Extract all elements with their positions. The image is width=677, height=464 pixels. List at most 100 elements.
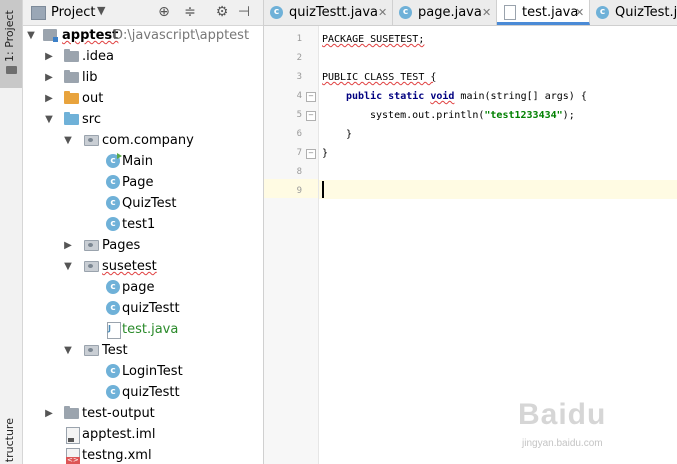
- project-panel-header: Project ▼ ⊕ ≑ ⚙ ⊣: [23, 0, 263, 26]
- class-icon: c: [106, 196, 120, 210]
- line-number: 9: [296, 186, 302, 196]
- project-tool-tab[interactable]: 1: Project: [0, 0, 22, 88]
- tab-quiztest-java[interactable]: c QuizTest.ja: [590, 0, 677, 25]
- folder-icon: [64, 70, 79, 83]
- folder-icon: [6, 66, 17, 74]
- line-number: 5: [296, 110, 302, 120]
- package-icon: [84, 240, 99, 251]
- code-line-1[interactable]: PACKAGE SUSETEST;: [322, 30, 424, 49]
- tree-label: LoginTest: [122, 364, 183, 379]
- tree-label: quizTestt: [122, 301, 180, 316]
- chevron-down-icon[interactable]: ▼: [62, 340, 74, 361]
- java-file-icon: [504, 5, 516, 20]
- code-text: );: [562, 110, 575, 121]
- chevron-right-icon[interactable]: ▶: [62, 235, 74, 256]
- tree-label: apptest.iml: [82, 427, 156, 442]
- class-icon: c: [106, 217, 120, 231]
- package-icon: [84, 135, 99, 146]
- hide-panel-icon[interactable]: ⊣: [235, 3, 253, 21]
- code-line-7[interactable]: }: [322, 144, 328, 163]
- current-line-highlight: [319, 180, 677, 199]
- chevron-right-icon[interactable]: ▶: [43, 88, 55, 109]
- project-view-selector[interactable]: Project: [51, 5, 95, 20]
- tree-label: Page: [122, 175, 154, 190]
- fold-marker-icon[interactable]: −: [306, 92, 316, 102]
- watermark-logo: Baidu: [518, 398, 607, 431]
- tab-label: quizTestt.java: [289, 5, 378, 20]
- project-panel: Project ▼ ⊕ ≑ ⚙ ⊣ ▼ apptest D:\javascrip…: [23, 0, 264, 464]
- line-number: 2: [296, 53, 302, 63]
- chevron-down-icon[interactable]: ▼: [97, 4, 105, 17]
- baidu-watermark: Baidu jingyan.baidu.com: [514, 398, 674, 460]
- keyword: public: [346, 91, 383, 102]
- class-icon: c: [106, 175, 120, 189]
- package-icon: [84, 261, 99, 272]
- tab-label: test.java: [522, 5, 579, 20]
- chevron-down-icon[interactable]: ▼: [62, 256, 74, 277]
- code-line-6[interactable]: }: [346, 125, 352, 144]
- code-line-4[interactable]: public static void main(string[] args) {: [346, 87, 587, 106]
- string-literal: "test1233434": [484, 110, 563, 121]
- tool-window-strip: 1: Project tructure: [0, 0, 23, 464]
- module-icon: [43, 29, 58, 42]
- tree-label: testng.xml: [82, 448, 152, 463]
- project-tool-tab-label: 1: Project: [3, 10, 16, 62]
- chevron-down-icon[interactable]: ▼: [25, 25, 37, 46]
- tree-label: test1: [122, 217, 156, 232]
- keyword: static: [388, 91, 425, 102]
- tree-label: page: [122, 280, 155, 295]
- tree-label: test.java: [122, 322, 179, 337]
- source-folder-icon: [64, 112, 79, 125]
- locate-target-icon[interactable]: ⊕: [155, 3, 173, 21]
- line-number: 6: [296, 129, 302, 139]
- fold-marker-icon[interactable]: −: [306, 149, 316, 159]
- code-line-3[interactable]: PUBLIC CLASS TEST {: [322, 68, 436, 87]
- chevron-right-icon[interactable]: ▶: [43, 403, 55, 424]
- gear-icon[interactable]: ⚙: [213, 3, 231, 21]
- code-line-5[interactable]: system.out.println("test1233434");: [370, 106, 575, 125]
- tab-test-java[interactable]: test.java ✕: [497, 0, 590, 25]
- tree-label: src: [82, 112, 101, 127]
- tab-page-java[interactable]: c page.java ✕: [393, 0, 497, 25]
- folder-icon: [64, 406, 79, 419]
- line-number: 4: [296, 91, 302, 101]
- fold-marker-icon[interactable]: −: [306, 111, 316, 121]
- java-file-icon: [107, 318, 121, 339]
- tree-label: QuizTest: [122, 196, 177, 211]
- chevron-right-icon[interactable]: ▶: [43, 46, 55, 67]
- code-text: PACKAGE SUSETEST;: [322, 34, 425, 45]
- folder-excluded-icon: [64, 91, 79, 104]
- tree-label: Main: [122, 154, 154, 169]
- code-text: }: [322, 148, 329, 159]
- line-number-gutter: 1 2 3 4 5 6 7 8 9 − − −: [264, 26, 319, 464]
- close-icon[interactable]: ✕: [575, 0, 584, 25]
- code-text: main(string[] args) {: [454, 91, 587, 102]
- line-number: 7: [296, 148, 302, 158]
- tab-label: page.java: [418, 5, 482, 20]
- tree-label: com.company: [102, 133, 194, 148]
- tree-label: lib: [82, 70, 98, 85]
- tab-quiztestt-java[interactable]: c quizTestt.java ✕: [264, 0, 393, 25]
- chevron-down-icon[interactable]: ▼: [43, 109, 55, 130]
- collapse-all-icon[interactable]: ≑: [181, 3, 199, 21]
- code-text: system.out.println(: [370, 110, 485, 121]
- keyword: void: [430, 91, 455, 102]
- tree-row-apptest[interactable]: ▼ apptest D:\javascript\apptest: [23, 25, 263, 46]
- close-icon[interactable]: ✕: [482, 0, 491, 25]
- chevron-down-icon[interactable]: ▼: [62, 130, 74, 151]
- tree-label: out: [82, 91, 104, 106]
- xml-file-icon: [66, 448, 80, 464]
- tab-label: QuizTest.ja: [615, 5, 677, 20]
- chevron-right-icon[interactable]: ▶: [43, 67, 55, 88]
- iml-file-icon: [66, 427, 80, 444]
- close-icon[interactable]: ✕: [378, 0, 387, 25]
- tree-label: Test: [102, 343, 128, 358]
- tree-label: apptest: [62, 28, 119, 43]
- structure-tool-tab[interactable]: tructure: [3, 418, 16, 462]
- line-number: 3: [296, 72, 302, 82]
- line-number: 8: [296, 167, 302, 177]
- class-icon: c: [106, 301, 120, 315]
- project-view-icon: [31, 6, 46, 20]
- line-number: 1: [296, 34, 302, 44]
- tree-path: D:\javascript\apptest: [113, 28, 250, 43]
